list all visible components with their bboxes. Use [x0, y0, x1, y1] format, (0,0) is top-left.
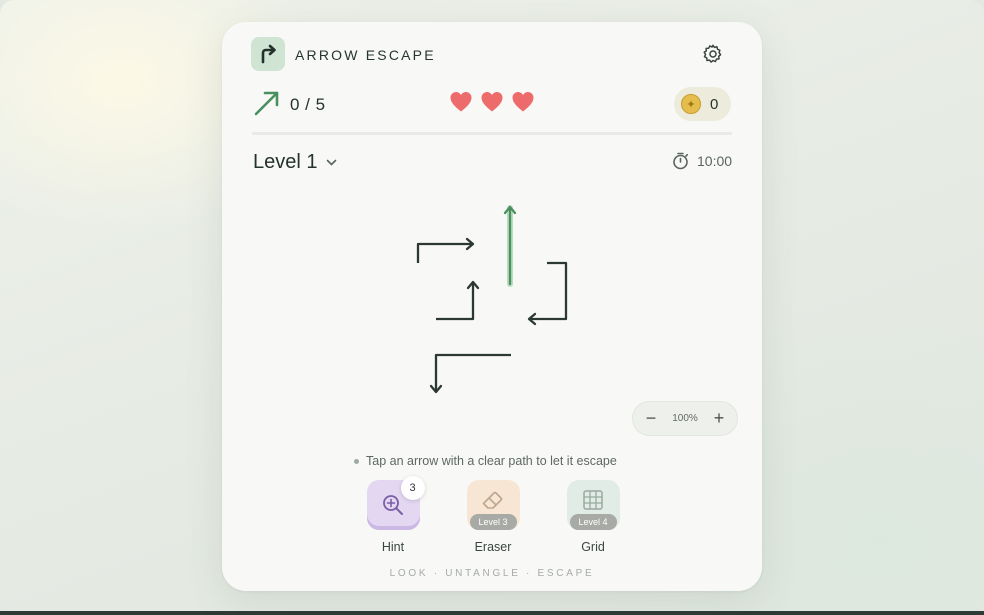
heart-icon — [512, 92, 534, 112]
gear-icon[interactable] — [701, 42, 725, 66]
instruction-text: Tap an arrow with a clear path to let it… — [366, 454, 617, 468]
arrow-corner-right[interactable] — [416, 237, 475, 263]
grid-lock-badge: Level 4 — [569, 514, 617, 530]
arrow-corner-down[interactable] — [429, 353, 511, 394]
hint-label: Hint — [381, 540, 405, 554]
bullet-dot — [354, 458, 359, 464]
turn-right-arrow-logo-icon — [251, 37, 285, 71]
eraser-button[interactable]: Level 3 — [466, 480, 520, 530]
arrow-up-highlighted[interactable] — [503, 205, 517, 287]
escaped-progress: 0 / 5 — [290, 95, 326, 114]
eraser-label: Eraser — [474, 540, 512, 554]
zoom-in-button[interactable]: + — [710, 408, 728, 428]
zoom-out-button[interactable]: − — [642, 408, 660, 428]
eraser-lock-badge: Level 3 — [469, 514, 517, 530]
hint-button[interactable]: 3 — [366, 476, 425, 530]
grid-icon — [583, 490, 603, 510]
heart-icon — [481, 92, 503, 112]
coin-icon: ✦ — [681, 94, 701, 114]
window-bottom-edge — [0, 611, 984, 615]
footer-tagline: LOOK · UNTANGLE · ESCAPE — [389, 568, 595, 579]
instruction-hint: Tap an arrow with a clear path to let it… — [354, 454, 617, 468]
arrow-corner-up[interactable] — [436, 280, 480, 321]
eraser-icon — [482, 491, 503, 509]
arrow-corner-left[interactable] — [527, 261, 568, 326]
chevron-down-icon — [326, 159, 336, 166]
coin-count: 0 — [710, 95, 719, 113]
lives-hearts — [449, 90, 535, 114]
level-timer: 10:00 — [672, 152, 732, 170]
tool-eraser: Level 3 Eraser — [466, 480, 520, 554]
hint-count-badge: 3 — [400, 476, 425, 500]
stopwatch-icon — [673, 152, 689, 170]
heart-icon — [450, 92, 472, 112]
app-title: ARROW ESCAPE — [295, 47, 436, 63]
level-selector[interactable]: Level 1 — [253, 151, 337, 174]
game-card: ARROW ESCAPE 0 / 5 ✦ 0 Level 1 10:00 − 1… — [222, 22, 762, 591]
tool-hint: 3 Hint — [366, 476, 425, 554]
grid-button[interactable]: Level 4 — [566, 480, 620, 530]
trend-arrow-icon — [253, 89, 281, 117]
tool-grid: Level 4 Grid — [566, 480, 620, 554]
zoom-control: − 100% + — [632, 401, 738, 436]
coin-balance: ✦ 0 — [674, 87, 731, 121]
header-divider — [252, 132, 732, 135]
timer-text: 10:00 — [697, 153, 733, 169]
zoom-level: 100% — [672, 413, 698, 424]
grid-label: Grid — [581, 540, 605, 554]
level-label: Level 1 — [253, 151, 318, 173]
magnifier-plus-icon — [383, 495, 403, 515]
